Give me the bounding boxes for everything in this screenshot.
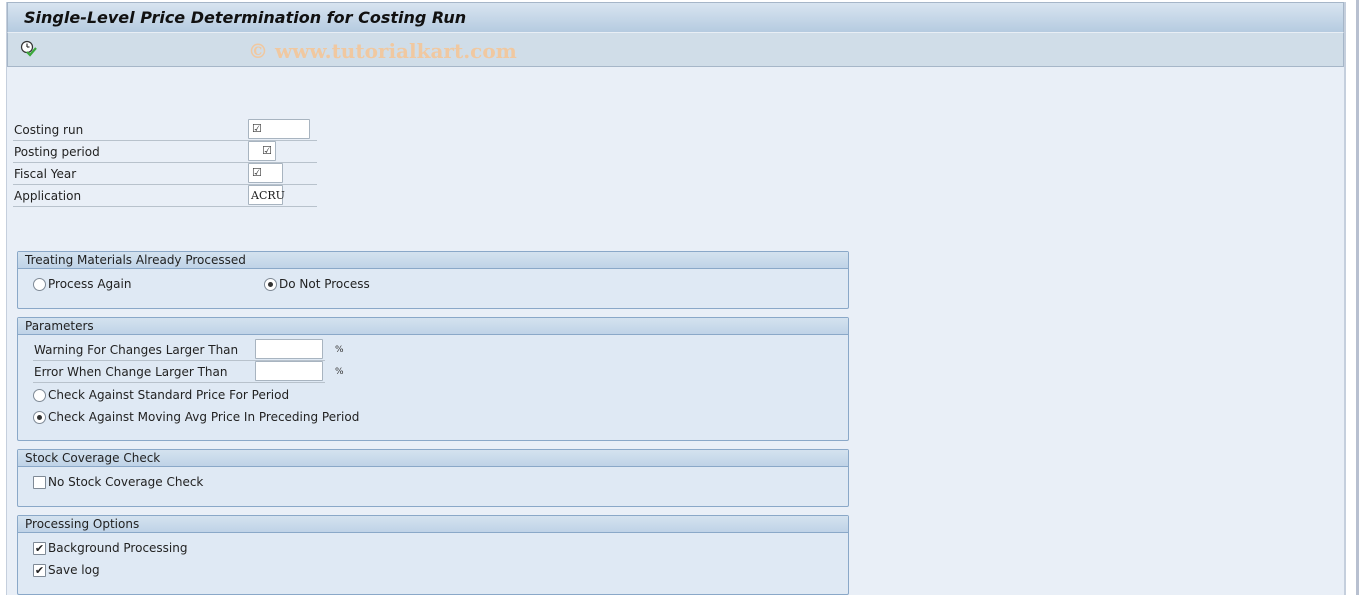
execute-icon[interactable] — [20, 40, 38, 58]
group-parameters: Parameters Warning For Changes Larger Th… — [17, 317, 849, 441]
radio-selected-icon — [264, 277, 277, 291]
checkbox-icon — [33, 475, 46, 489]
radio-do-not-process[interactable]: Do Not Process — [264, 277, 370, 291]
group-treating-materials: Treating Materials Already Processed Pro… — [17, 251, 849, 309]
warning-label: Warning For Changes Larger Than — [34, 343, 239, 357]
fiscal-year-label: Fiscal Year — [14, 167, 77, 181]
posting-period-label: Posting period — [14, 145, 100, 159]
error-label: Error When Change Larger Than — [34, 365, 228, 379]
error-input[interactable] — [255, 361, 323, 381]
radio-check-moving-avg[interactable]: Check Against Moving Avg Price In Preced… — [33, 410, 359, 424]
radio-label: Process Again — [48, 277, 132, 291]
application-label: Application — [14, 189, 82, 203]
radio-label: Check Against Standard Price For Period — [48, 388, 290, 402]
group-stock-coverage: Stock Coverage Check No Stock Coverage C… — [17, 449, 849, 507]
checkbox-label: Background Processing — [48, 541, 188, 555]
required-icon: ☑ — [262, 144, 272, 157]
application-toolbar: © www.tutorialkart.com — [7, 33, 1344, 67]
sap-window: Single-Level Price Determination for Cos… — [6, 2, 1346, 595]
checkbox-label: No Stock Coverage Check — [48, 475, 204, 489]
group-title: Parameters — [18, 318, 848, 335]
application-input[interactable]: ACRU — [248, 185, 285, 205]
watermark: © www.tutorialkart.com — [248, 39, 517, 63]
title-bar: Single-Level Price Determination for Cos… — [7, 2, 1344, 33]
group-processing-options: Processing Options ✔ Background Processi… — [17, 515, 849, 595]
checkbox-checked-icon: ✔ — [33, 563, 46, 577]
percent-unit: % — [335, 367, 344, 377]
costing-run-input[interactable]: ☑ — [248, 119, 310, 139]
group-title: Processing Options — [18, 516, 848, 533]
radio-label: Check Against Moving Avg Price In Preced… — [48, 410, 360, 424]
group-title: Stock Coverage Check — [18, 450, 848, 467]
radio-icon — [33, 277, 46, 291]
costing-run-label: Costing run — [14, 123, 84, 137]
page-title: Single-Level Price Determination for Cos… — [24, 8, 467, 27]
checkbox-no-stock-coverage[interactable]: No Stock Coverage Check — [33, 475, 203, 489]
radio-label: Do Not Process — [279, 277, 370, 291]
radio-check-standard-price[interactable]: Check Against Standard Price For Period — [33, 388, 289, 402]
checkbox-background-processing[interactable]: ✔ Background Processing — [33, 541, 187, 555]
percent-unit: % — [335, 345, 344, 355]
checkbox-label: Save log — [48, 563, 100, 577]
radio-process-again[interactable]: Process Again — [33, 277, 131, 291]
radio-selected-icon — [33, 410, 46, 424]
warning-input[interactable] — [255, 339, 323, 359]
checkbox-checked-icon: ✔ — [33, 541, 46, 555]
fiscal-year-input[interactable]: ☑ — [248, 163, 283, 183]
checkbox-save-log[interactable]: ✔ Save log — [33, 563, 100, 577]
required-icon: ☑ — [252, 166, 262, 179]
radio-icon — [33, 388, 46, 402]
required-icon: ☑ — [252, 122, 262, 135]
group-title: Treating Materials Already Processed — [18, 252, 848, 269]
posting-period-input[interactable]: ☑ — [248, 141, 276, 161]
